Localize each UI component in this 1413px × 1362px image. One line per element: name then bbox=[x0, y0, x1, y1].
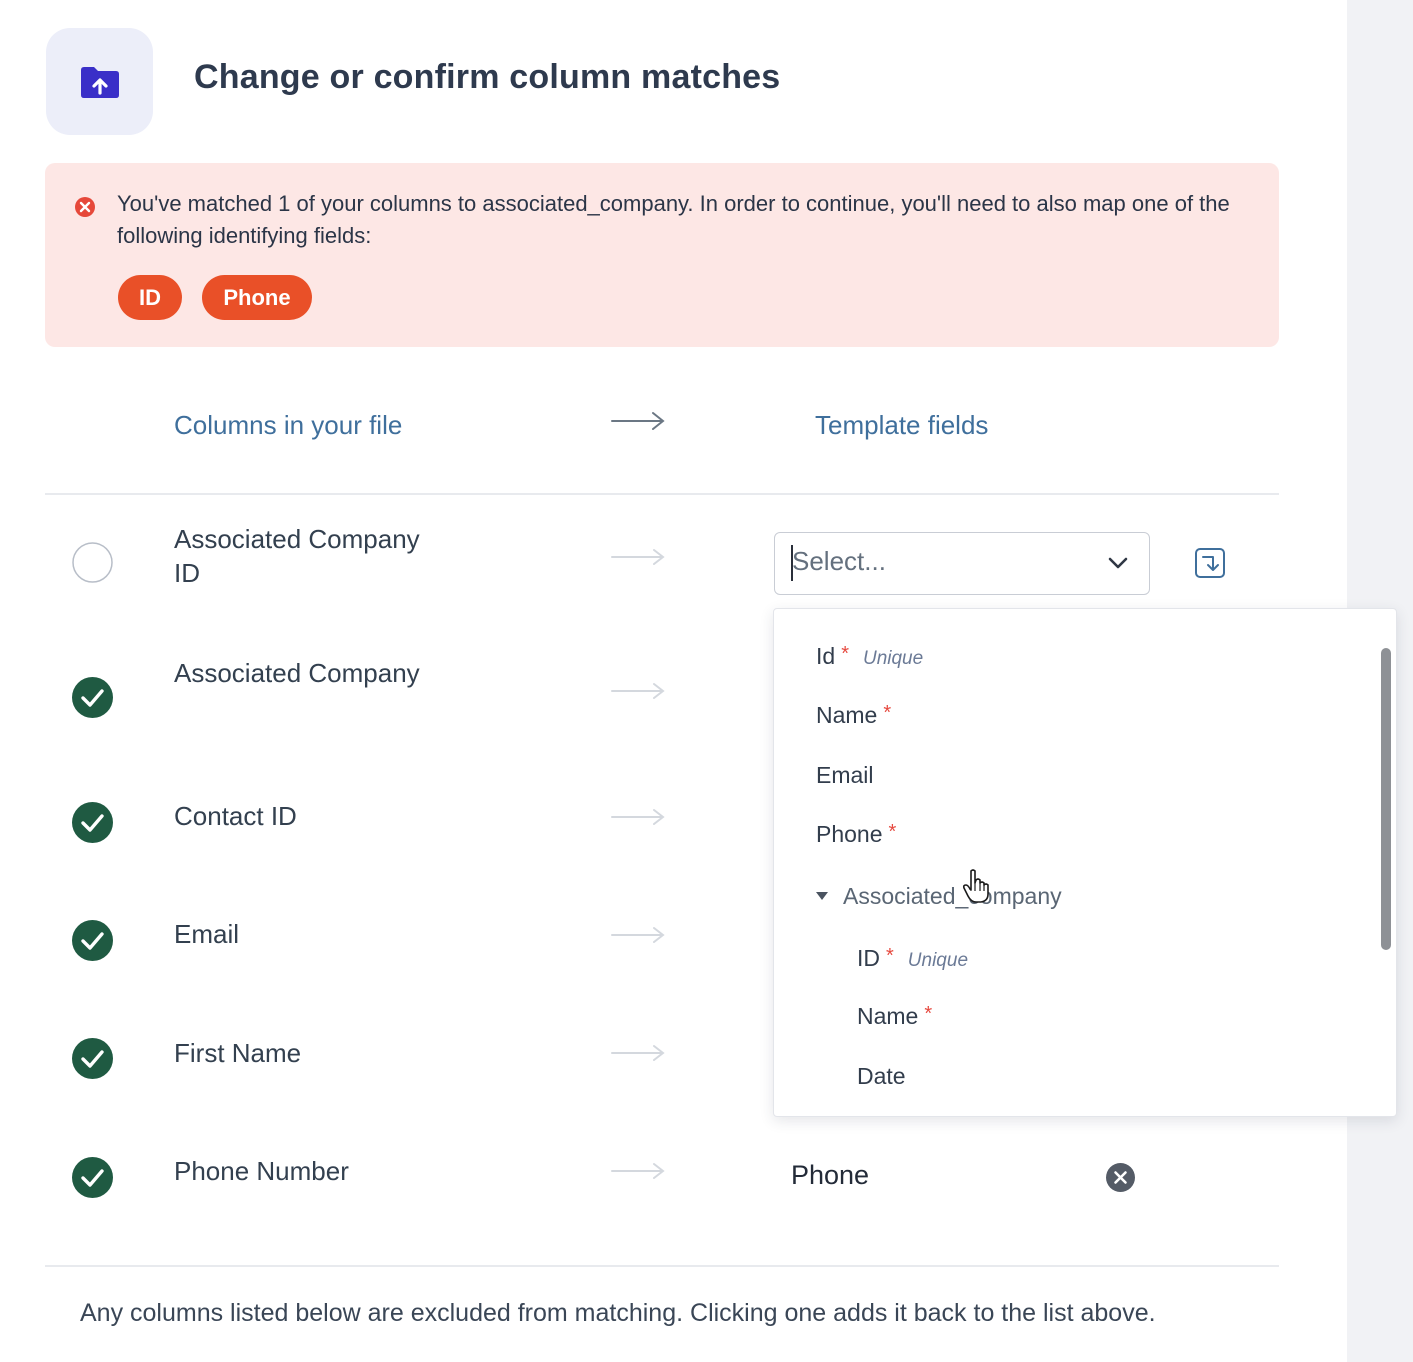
header-arrow-icon bbox=[611, 412, 665, 430]
column-name-email: Email bbox=[174, 919, 240, 949]
clear-match-icon[interactable] bbox=[1106, 1163, 1135, 1192]
column-name-associated-company-id: Associated Company ID bbox=[174, 524, 420, 588]
header-divider bbox=[45, 493, 1279, 495]
columns-in-file-header: Columns in your file bbox=[174, 410, 403, 440]
ignore-column-icon[interactable] bbox=[1194, 547, 1226, 579]
template-field-dropdown bbox=[773, 608, 1397, 1117]
dropdown-option-phone[interactable]: Phone * bbox=[816, 821, 896, 848]
matched-check-icon bbox=[72, 920, 113, 961]
folder-upload-icon bbox=[80, 66, 119, 98]
identifier-pill-phone[interactable]: Phone bbox=[202, 275, 312, 320]
header-icon-tile bbox=[46, 28, 153, 135]
dropdown-option-email[interactable]: Email bbox=[816, 762, 874, 789]
row-arrow-icon bbox=[611, 1163, 665, 1179]
matched-template-field[interactable]: Phone bbox=[791, 1160, 869, 1191]
template-fields-header: Template fields bbox=[815, 410, 989, 440]
dropdown-option-group-id[interactable]: ID * Unique bbox=[857, 945, 968, 972]
row-arrow-icon bbox=[611, 683, 665, 699]
error-x-icon bbox=[75, 197, 95, 217]
required-marker: * bbox=[883, 702, 892, 724]
dropdown-option-name[interactable]: Name * bbox=[816, 702, 891, 729]
option-label: Email bbox=[816, 762, 874, 788]
unique-badge: Unique bbox=[862, 648, 924, 669]
row-arrow-icon bbox=[611, 549, 665, 565]
row-arrow-icon bbox=[611, 1045, 665, 1061]
option-label: ID bbox=[857, 945, 880, 971]
caret-down-icon[interactable] bbox=[815, 891, 829, 901]
dropdown-option-id[interactable]: Id * Unique bbox=[816, 643, 923, 670]
option-label: Phone bbox=[816, 821, 883, 847]
required-marker: * bbox=[886, 945, 894, 967]
matched-check-icon bbox=[72, 802, 113, 843]
column-name-contact-id: Contact ID bbox=[174, 801, 297, 831]
required-marker: * bbox=[924, 1003, 933, 1025]
chevron-down-icon[interactable] bbox=[1106, 553, 1130, 573]
dropdown-option-group-date[interactable]: Date bbox=[857, 1063, 906, 1090]
hand-pointer-icon bbox=[962, 869, 989, 903]
alert-message: You've matched 1 of your columns to asso… bbox=[117, 191, 1230, 248]
footer-divider bbox=[45, 1265, 1279, 1267]
select-placeholder: Select... bbox=[792, 546, 886, 576]
dropdown-scrollbar[interactable] bbox=[1381, 648, 1391, 950]
row-arrow-icon bbox=[611, 809, 665, 825]
page-title: Change or confirm column matches bbox=[194, 58, 781, 96]
unique-badge: Unique bbox=[907, 950, 969, 971]
required-marker: * bbox=[841, 643, 849, 665]
unmatched-circle-icon bbox=[72, 542, 113, 583]
dropdown-group-associated-company[interactable]: Associated_company bbox=[843, 883, 1062, 910]
column-name-first-name: First Name bbox=[174, 1038, 302, 1068]
text-caret bbox=[791, 545, 793, 581]
matched-check-icon bbox=[72, 1038, 113, 1079]
required-marker: * bbox=[888, 821, 897, 843]
matched-check-icon bbox=[72, 677, 113, 718]
option-label: Name bbox=[857, 1003, 919, 1029]
option-label: Name bbox=[816, 702, 878, 728]
excluded-columns-note: Any columns listed below are excluded fr… bbox=[80, 1299, 1156, 1327]
dropdown-option-group-name[interactable]: Name * bbox=[857, 1003, 932, 1030]
option-label: Id bbox=[816, 643, 836, 669]
row-arrow-icon bbox=[611, 927, 665, 943]
matched-check-icon bbox=[72, 1157, 113, 1198]
option-label: Date bbox=[857, 1063, 906, 1089]
column-name-phone-number: Phone Number bbox=[174, 1156, 349, 1186]
identifier-pill-id[interactable]: ID bbox=[118, 275, 182, 320]
column-name-associated-company: Associated Company bbox=[174, 658, 420, 688]
